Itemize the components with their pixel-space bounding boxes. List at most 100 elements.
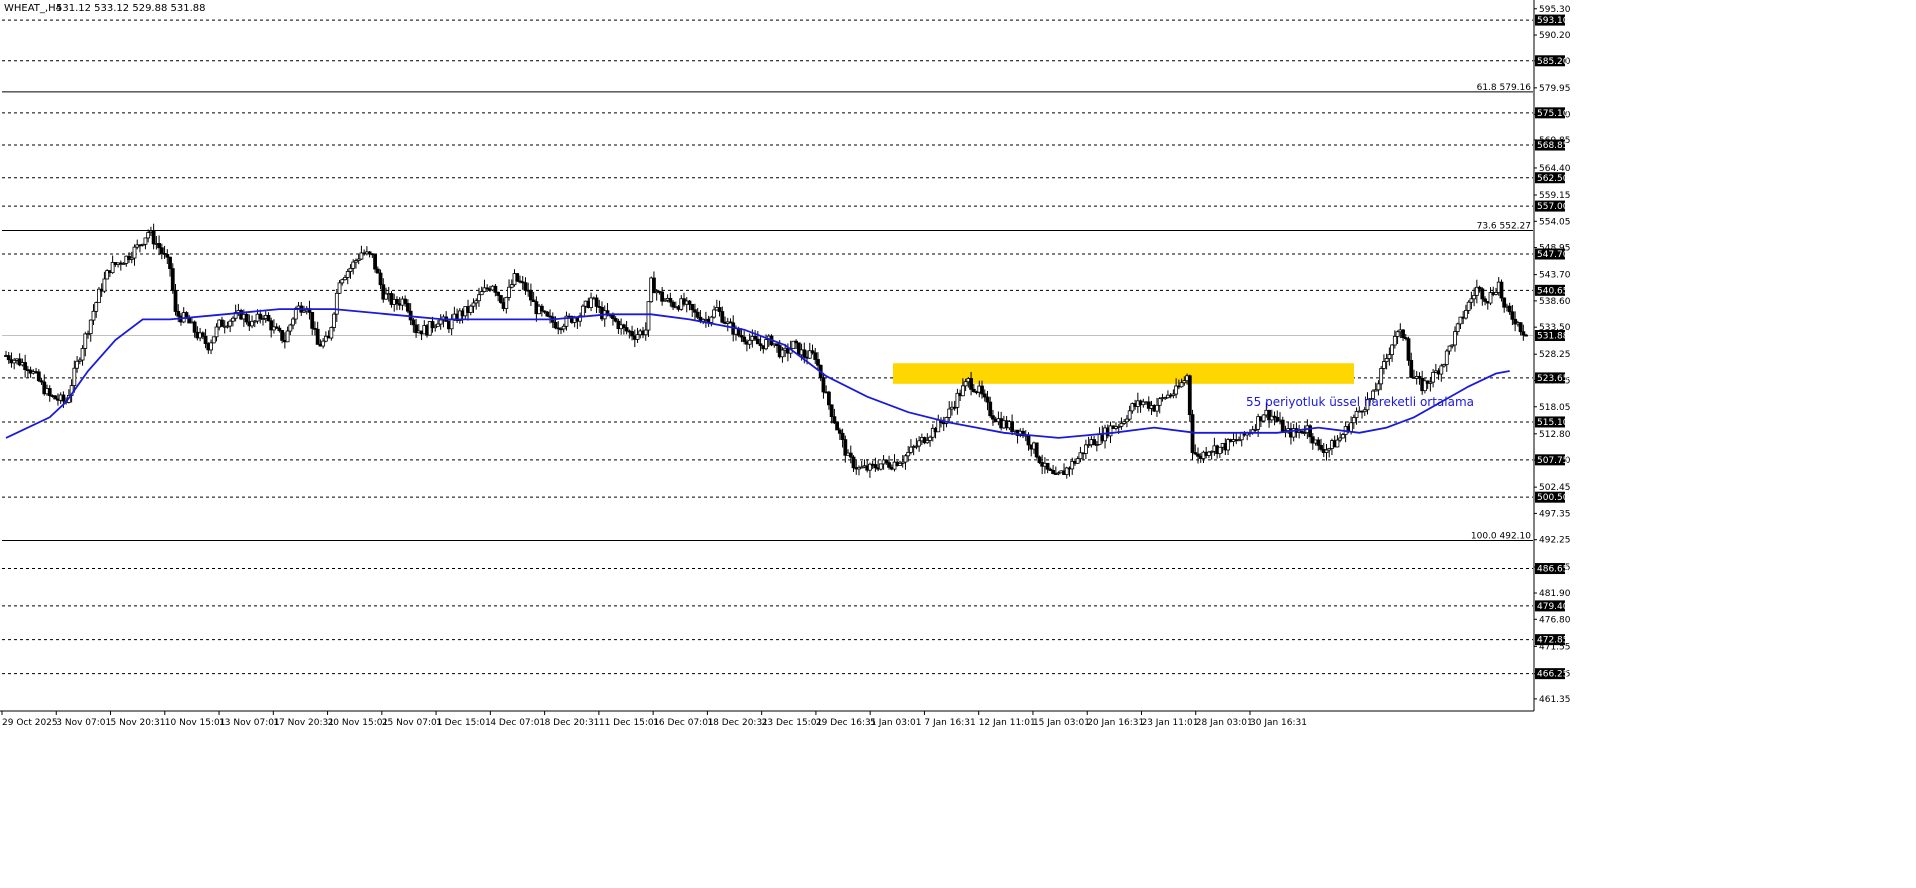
price-chart[interactable]: 61.8 579.16 73.6 552.27 100.0 492.10 595.3…	[0, 0, 1916, 888]
candle-body	[1119, 423, 1124, 427]
candle-body	[72, 367, 77, 386]
price-tick-label: 461.35	[1539, 695, 1571, 705]
time-tick-label: 5 Nov 20:31	[111, 718, 166, 728]
candle-body	[742, 336, 747, 342]
candle-body	[168, 256, 172, 269]
candle-body	[507, 286, 511, 298]
candle-body	[621, 324, 626, 328]
candle-body	[1379, 368, 1384, 385]
candle-body	[468, 305, 473, 313]
candle-body	[594, 297, 599, 307]
price-tick-label: 512.80	[1539, 430, 1571, 440]
candle-body	[753, 335, 757, 340]
candle-body	[851, 456, 856, 469]
candle-body	[173, 290, 178, 312]
candle-body	[717, 307, 722, 312]
candle-body	[75, 360, 79, 369]
candle-body	[709, 316, 714, 323]
candle-body	[1499, 281, 1504, 299]
time-tick-label: 18 Dec 20:31	[707, 718, 768, 728]
candle-body	[947, 408, 952, 418]
candle-body	[1455, 323, 1460, 332]
candle-body	[1510, 311, 1515, 320]
candle-body	[687, 300, 692, 305]
candle-body	[200, 332, 205, 337]
candle-body	[712, 309, 716, 318]
time-tick-label: 5 Jan 03:01	[870, 718, 921, 728]
candle-body	[848, 452, 853, 458]
time-tick-label: 29 Oct 2025	[2, 718, 58, 728]
candle-body	[53, 395, 58, 400]
level-price-label: 562.50	[1537, 174, 1569, 184]
candle-body	[6, 355, 11, 361]
fib-level-label: 100.0 492.10	[1471, 531, 1531, 541]
candle-body	[1518, 322, 1523, 333]
candle-body	[220, 319, 224, 327]
level-price-label: 486.65	[1537, 565, 1569, 575]
level-price-label: 523.65	[1537, 374, 1569, 384]
candle-body	[1447, 345, 1452, 352]
candle-body	[1392, 335, 1397, 346]
level-price-label: 585.20	[1537, 57, 1569, 67]
candle-body	[244, 313, 249, 323]
price-tick-label: 497.35	[1539, 509, 1571, 519]
candle-body	[963, 381, 968, 387]
candle-body	[477, 294, 481, 302]
candle-body	[988, 401, 993, 417]
candle-body	[375, 268, 380, 274]
level-price-label: 540.65	[1537, 286, 1569, 296]
candle-body	[1217, 446, 1222, 455]
candle-body	[151, 230, 156, 245]
candle-body	[61, 394, 66, 402]
candle-body	[903, 455, 908, 463]
time-tick-label: 12 Jan 11:01	[979, 718, 1036, 728]
time-tick-label: 10 Nov 15:01	[165, 718, 226, 728]
candle-body	[827, 391, 831, 406]
price-tick-label: 492.25	[1539, 536, 1571, 546]
candle-body	[348, 267, 353, 272]
candle-body	[1155, 404, 1159, 412]
candle-body	[1406, 338, 1411, 361]
time-tick-label: 23 Jan 11:01	[1141, 718, 1198, 728]
level-price-label: 547.70	[1537, 250, 1569, 260]
candle-body	[1075, 458, 1080, 464]
candle-body	[887, 462, 891, 468]
time-tick-label: 28 Jan 03:01	[1196, 718, 1253, 728]
candle-body	[1464, 310, 1468, 319]
candle-body	[835, 422, 840, 431]
candle-body	[337, 282, 342, 294]
candle-body	[449, 318, 454, 330]
candle-body	[1179, 382, 1184, 388]
candle-body	[1444, 350, 1449, 365]
candle-body	[668, 297, 673, 303]
candle-body	[345, 271, 350, 278]
candle-body	[203, 335, 208, 344]
candle-body	[1401, 329, 1405, 338]
price-tick-label: 543.70	[1539, 271, 1571, 281]
candle-body	[829, 404, 834, 418]
fib-level-label: 61.8 579.16	[1477, 83, 1532, 93]
time-tick-label: 20 Jan 16:31	[1087, 718, 1144, 728]
candle-body	[266, 314, 271, 322]
candle-body	[1051, 470, 1055, 474]
candle-body	[471, 302, 476, 307]
candle-body	[228, 320, 233, 327]
candle-body	[165, 253, 170, 258]
support-zone-layer	[893, 363, 1354, 384]
candle-body	[94, 302, 99, 312]
candle-body	[802, 349, 807, 358]
candle-body	[720, 311, 725, 323]
price-tick-label: 590.20	[1539, 31, 1571, 41]
candle-body	[504, 297, 509, 309]
time-tick-label: 17 Nov 20:31	[273, 718, 334, 728]
candle-body	[280, 330, 285, 341]
candle-body	[695, 311, 700, 318]
level-price-label: 515.10	[1537, 418, 1569, 428]
candle-body	[146, 232, 151, 239]
time-tick-label: 8 Dec 20:31	[545, 718, 600, 728]
candle-body	[1384, 358, 1389, 363]
candle-body	[539, 305, 544, 312]
candle-body	[624, 327, 629, 332]
level-price-label: 575.10	[1537, 109, 1569, 119]
price-tick-label: 559.15	[1539, 191, 1571, 201]
